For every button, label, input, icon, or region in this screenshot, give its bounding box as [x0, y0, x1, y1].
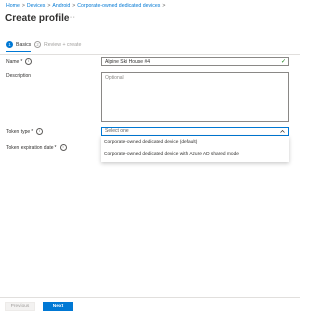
description-label-text: Description — [6, 73, 32, 79]
breadcrumb-separator: > — [72, 3, 76, 9]
token-type-dropdown: Corporate-owned dedicated device (defaul… — [101, 136, 289, 162]
breadcrumb-devices[interactable]: Devices — [27, 3, 45, 9]
step-number: 1 — [6, 41, 13, 48]
divider — [0, 54, 300, 55]
breadcrumb-separator: > — [162, 3, 166, 9]
info-icon[interactable]: i — [36, 128, 44, 135]
token-type-select[interactable]: Select one — [101, 127, 289, 136]
breadcrumb-separator: > — [21, 3, 25, 9]
required-marker: * — [54, 144, 57, 151]
breadcrumb: Home > Devices > Android > Corporate-owned ded… — [6, 3, 167, 9]
breadcrumb-android[interactable]: Android — [52, 3, 70, 9]
step-review-create[interactable]: 2 Review + create — [34, 41, 81, 48]
description-placeholder: Optional — [105, 75, 124, 81]
step-basics[interactable]: 1 Basics — [6, 41, 31, 48]
step-number: 2 — [34, 41, 41, 48]
previous-button[interactable]: Previous — [5, 302, 35, 311]
description-label: Description — [6, 73, 31, 79]
description-textarea[interactable]: Optional — [101, 72, 289, 122]
info-icon[interactable]: i — [59, 144, 67, 151]
dropdown-option-azure-ad-shared[interactable]: Corporate-owned dedicated device with Az… — [104, 152, 239, 157]
checkmark-icon: ✓ — [280, 59, 286, 65]
footer-divider — [0, 297, 300, 298]
token-expiration-label-text: Token expiration date — [6, 144, 54, 151]
name-input-value: Alpine Ski House #4 — [105, 59, 151, 65]
active-step-indicator — [6, 51, 31, 53]
step-label: Basics — [16, 41, 32, 48]
info-icon[interactable]: i — [25, 58, 33, 65]
dropdown-option-default[interactable]: Corporate-owned dedicated device (defaul… — [104, 140, 197, 145]
required-marker: * — [20, 58, 23, 65]
breadcrumb-dedicated-devices[interactable]: Corporate-owned dedicated devices — [77, 3, 160, 9]
token-expiration-label: Token expiration date * i — [6, 144, 67, 151]
page-title: Create profile — [5, 13, 70, 24]
breadcrumb-separator: > — [47, 3, 51, 9]
token-type-placeholder: Select one — [105, 128, 129, 134]
name-label: Name * i — [6, 58, 33, 65]
token-type-label: Token type * i — [6, 128, 44, 135]
step-label: Review + create — [44, 41, 82, 48]
more-options-icon[interactable]: ··· — [67, 14, 76, 21]
required-marker: * — [31, 128, 34, 135]
name-input[interactable]: Alpine Ski House #4 ✓ — [101, 57, 289, 66]
breadcrumb-home[interactable]: Home — [6, 3, 20, 9]
next-button[interactable]: Next — [43, 302, 73, 311]
token-type-label-text: Token type — [6, 128, 31, 135]
name-label-text: Name — [6, 58, 20, 65]
